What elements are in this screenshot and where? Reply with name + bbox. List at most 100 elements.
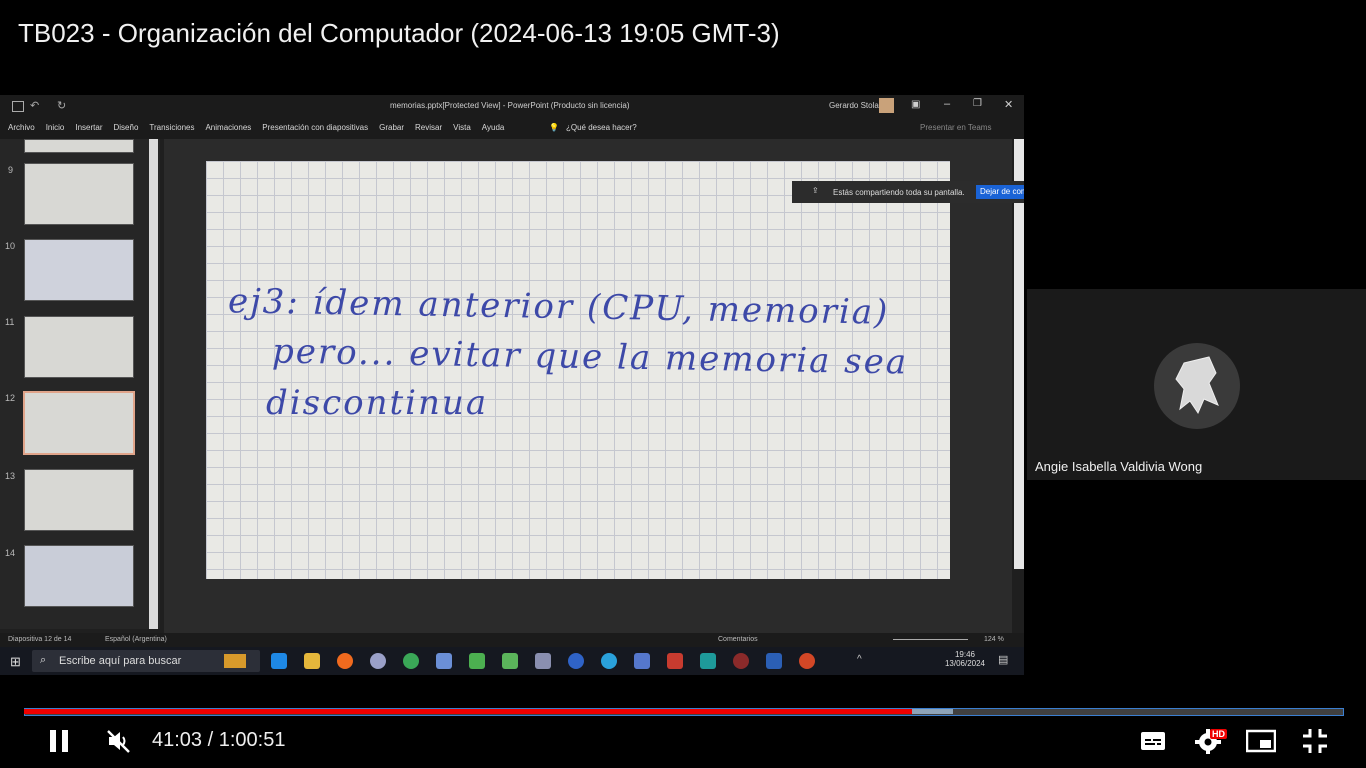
miniplayer-button[interactable] [1245,729,1277,753]
restore-icon[interactable]: ❐ [973,98,982,109]
exit-fullscreen-icon [1303,729,1327,753]
duration: 1:00:51 [218,729,286,751]
user-name: Gerardo Stola [829,101,879,110]
participant-name: Angie Isabella Valdivia Wong [1035,459,1203,474]
powerpoint-titlebar: ↶ ↻ memorias.pptx[Protected View] - Powe… [0,95,1024,117]
ribbon-tab[interactable]: Archivo [8,117,35,139]
slide-number: 9 [8,165,14,175]
ribbon-tabs: Archivo Inicio Insertar Diseño Transiciones A… [0,117,1024,139]
arduino-icon[interactable] [700,653,716,669]
clock-date: 13/06/2024 [944,659,986,668]
virtualbox-icon[interactable] [436,653,452,669]
app-icon[interactable] [370,653,386,669]
tell-me-search[interactable]: ¿Qué desea hacer? [566,123,637,132]
volume-muted-icon [107,730,130,753]
settings-button[interactable]: HD [1195,727,1227,755]
shared-screen: ↶ ↻ memorias.pptx[Protected View] - Powe… [0,95,1024,675]
undo-icon[interactable]: ↶ [30,99,39,112]
slide-count: Diapositiva 12 de 14 [8,636,72,643]
share-message: Estás compartiendo toda su pantalla. [833,188,965,197]
slide-line-3: discontinua [266,383,489,423]
chrome-icon[interactable] [403,653,419,669]
slide-number: 12 [5,393,16,403]
ribbon-tab[interactable]: Presentación con diapositivas [262,117,368,139]
ribbon-tab[interactable]: Ayuda [482,117,505,139]
hd-badge: HD [1210,729,1227,739]
zoom-slider[interactable] [893,639,968,640]
current-slide: ej3: ídem anterior (CPU, memoria) pero..… [206,161,950,579]
windows-start-icon[interactable]: ⊞ [10,654,21,670]
powershell-icon[interactable] [766,653,782,669]
user-avatar[interactable] [879,98,894,113]
notification-icon[interactable]: ▤ [998,653,1008,666]
exit-fullscreen-button[interactable] [1302,728,1328,754]
windows-taskbar: ⊞ ⌕ Escribe aquí para buscar ^ 19:46 13/… [0,647,1024,675]
ribbon-tab[interactable]: Animaciones [205,117,251,139]
slide-thumbnail[interactable] [24,545,134,607]
ribbon-tab[interactable]: Diseño [114,117,139,139]
app-icon[interactable] [733,653,749,669]
slide-thumbnail[interactable] [24,316,134,378]
participant-avatar [1154,343,1240,429]
close-icon[interactable]: ✕ [1004,98,1013,111]
present-in-teams[interactable]: Presentar en Teams [920,123,991,132]
ribbon-display-icon[interactable]: ▣ [911,99,920,110]
slide-number: 13 [5,471,16,481]
slide-number: 10 [5,241,16,251]
app-icon[interactable] [535,653,551,669]
taskbar-search[interactable]: ⌕ Escribe aquí para buscar [32,650,260,672]
clock-time: 19:46 [954,650,976,659]
share-icon: ⇪ [812,186,819,195]
ribbon-tab[interactable]: Inicio [46,117,65,139]
ribbon-tab[interactable]: Transiciones [149,117,194,139]
subtitles-button[interactable] [1140,729,1166,753]
pause-button[interactable] [48,729,70,753]
subtitles-icon [1141,732,1165,750]
zoom-level[interactable]: 124 % [984,636,1004,643]
time-separator: / [202,729,219,751]
thumbnail-scrollbar[interactable] [149,139,158,629]
app-icon[interactable] [469,653,485,669]
minimize-icon[interactable]: – [944,98,950,110]
redo-icon[interactable]: ↻ [57,99,66,112]
slide-thumbnail[interactable] [24,139,134,153]
mute-button[interactable] [106,728,132,754]
progress-played [24,709,913,714]
slide-thumbnail[interactable] [24,239,134,301]
telegram-icon[interactable] [601,653,617,669]
edge-icon[interactable] [271,653,287,669]
ribbon-tab[interactable]: Grabar [379,117,404,139]
firefox-icon[interactable] [337,653,353,669]
ribbon-tab[interactable]: Vista [453,117,471,139]
tray-chevron-icon[interactable]: ^ [857,654,862,665]
app-icon[interactable] [502,653,518,669]
slide-scrollbar[interactable] [1014,139,1024,569]
comments-button[interactable]: Comentarios [718,636,758,643]
progress-buffered [912,709,954,714]
current-time: 41:03 [152,729,203,751]
time-display: 41:03 / 1:00:51 [152,729,285,752]
slide-thumbnail-pane: 9 10 11 12 13 14 [0,139,160,629]
window-title: memorias.pptx[Protected View] - PowerPoi… [390,101,630,110]
search-icon: ⌕ [40,654,47,666]
powerpoint-icon[interactable] [799,653,815,669]
slide-thumbnail-selected[interactable] [23,391,135,455]
app-icon[interactable] [634,653,650,669]
app-icon[interactable] [568,653,584,669]
ribbon-tab[interactable]: Revisar [415,117,442,139]
language[interactable]: Español (Argentina) [105,636,167,643]
slide-number: 14 [5,548,16,558]
taskbar-clock[interactable]: 19:46 13/06/2024 [944,650,986,668]
avatar-image [1175,356,1219,415]
lightbulb-icon: 💡 [549,123,559,132]
ribbon-tab[interactable]: Insertar [75,117,102,139]
slide-thumbnail[interactable] [24,469,134,531]
search-placeholder: Escribe aquí para buscar [59,655,182,667]
video-title: TB023 - Organización del Computador (202… [18,18,780,48]
stop-sharing-button[interactable]: Dejar de compartir [976,185,1024,199]
save-icon[interactable] [12,101,24,112]
slide-thumbnail[interactable] [24,163,134,225]
filezilla-icon[interactable] [667,653,683,669]
file-explorer-icon[interactable] [304,653,320,669]
powerpoint-statusbar: Diapositiva 12 de 14 Español (Argentina)… [0,633,1024,647]
